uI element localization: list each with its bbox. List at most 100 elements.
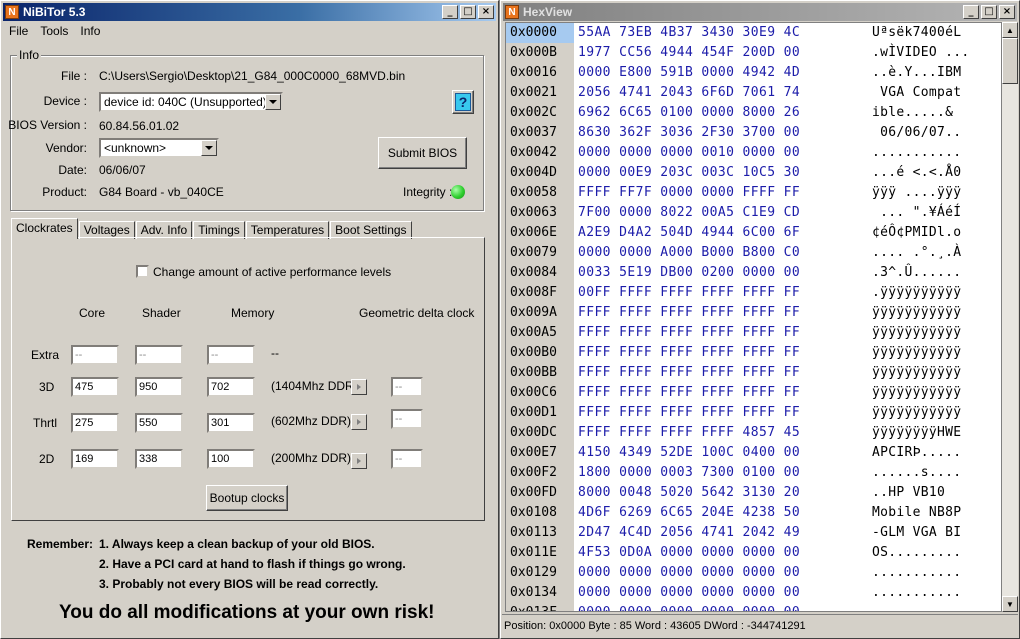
hex-ascii[interactable]: .3^.Û...... xyxy=(872,263,961,283)
hex-ascii[interactable]: ... ".¥ÁéÍ xyxy=(872,203,961,223)
hex-bytes[interactable]: 8630 362F 3036 2F30 3700 00 xyxy=(578,123,800,143)
hex-bytes[interactable]: FFFF FFFF FFFF FFFF FFFF FF xyxy=(578,363,800,383)
hex-row[interactable]: 0x0058 FFFF FF7F 0000 0000 FFFF FF ÿÿÿ ...… xyxy=(506,183,1001,203)
scroll-up-icon[interactable]: ▲ xyxy=(1002,22,1018,38)
hex-ascii[interactable]: ........... xyxy=(872,143,961,163)
hex-row[interactable]: 0x009A FFFF FFFF FFFF FFFF FFFF FF ÿÿÿÿÿÿÿ… xyxy=(506,303,1001,323)
hex-ascii[interactable]: OS......... xyxy=(872,543,961,563)
hex-row[interactable]: 0x0016 0000 E800 591B 0000 4942 4D ..è.Y..… xyxy=(506,63,1001,83)
hex-ascii[interactable]: ...é <.<.Å0 xyxy=(872,163,961,183)
hex-ascii[interactable]: APCIRÞ..... xyxy=(872,443,961,463)
hex-row[interactable]: 0x0063 7F00 0000 8022 00A5 C1E9 CD ... ".… xyxy=(506,203,1001,223)
maximize-icon[interactable]: □ xyxy=(981,5,997,19)
3d-shader-input[interactable]: 950 xyxy=(135,377,183,397)
hex-ascii[interactable]: ÿÿÿÿÿÿÿÿÿÿÿ xyxy=(872,323,961,343)
2d-arrow-button[interactable] xyxy=(351,453,367,469)
hex-ascii[interactable]: ........... xyxy=(872,563,961,583)
chevron-down-icon[interactable] xyxy=(265,94,281,110)
hex-row[interactable]: 0x00D1 FFFF FFFF FFFF FFFF FFFF FF ÿÿÿÿÿÿÿ… xyxy=(506,403,1001,423)
hex-ascii[interactable]: .ÿÿÿÿÿÿÿÿÿÿ xyxy=(872,283,961,303)
hex-row[interactable]: 0x00B0 FFFF FFFF FFFF FFFF FFFF FF ÿÿÿÿÿÿÿ… xyxy=(506,343,1001,363)
hex-ascii[interactable]: ÿÿÿÿÿÿÿÿÿÿÿ xyxy=(872,363,961,383)
hex-ascii[interactable]: ÿÿÿÿÿÿÿÿÿÿÿ xyxy=(872,383,961,403)
minimize-icon[interactable]: _ xyxy=(442,5,458,19)
hex-ascii[interactable]: ..HP VB10 xyxy=(872,483,953,503)
hex-row[interactable]: 0x0000 55AA 73EB 4B37 3430 30E9 4C Uªsëk74… xyxy=(506,23,1001,43)
hex-ascii[interactable]: ÿÿÿ ....ÿÿÿ xyxy=(872,183,961,203)
hex-bytes[interactable]: 4150 4349 52DE 100C 0400 00 xyxy=(578,443,800,463)
hex-bytes[interactable]: 00FF FFFF FFFF FFFF FFFF FF xyxy=(578,283,800,303)
nibitor-titlebar[interactable]: N NiBiTor 5.3 _ □ × xyxy=(3,3,496,21)
hex-ascii[interactable]: ible.....& xyxy=(872,103,953,123)
hex-bytes[interactable]: 8000 0048 5020 5642 3130 20 xyxy=(578,483,800,503)
hex-bytes[interactable]: 0000 0000 0000 0010 0000 00 xyxy=(578,143,800,163)
hex-bytes[interactable]: 0000 0000 0000 0000 0000 00 xyxy=(578,603,800,611)
tab-clockrates[interactable]: Clockrates xyxy=(11,218,78,239)
hex-bytes[interactable]: 7F00 0000 8022 00A5 C1E9 CD xyxy=(578,203,800,223)
3d-arrow-button[interactable] xyxy=(351,379,367,395)
hex-row[interactable]: 0x0113 2D47 4C4D 2056 4741 2042 49 -GLM VG… xyxy=(506,523,1001,543)
device-dropdown[interactable]: device id: 040C (Unsupported) xyxy=(99,92,283,112)
menu-file[interactable]: File xyxy=(3,24,34,38)
hex-ascii[interactable]: .wÌVIDEO ... xyxy=(872,43,970,63)
hex-ascii[interactable]: Mobile NB8P xyxy=(872,503,961,523)
2d-shader-input[interactable]: 338 xyxy=(135,449,183,469)
hex-row[interactable]: 0x00FD 8000 0048 5020 5642 3130 20 ..HP VB… xyxy=(506,483,1001,503)
thrtl-arrow-button[interactable] xyxy=(351,414,367,430)
scroll-thumb[interactable] xyxy=(1002,38,1018,84)
hex-ascii[interactable]: ÿÿÿÿÿÿÿÿÿÿÿ xyxy=(872,303,961,323)
hex-ascii[interactable]: -GLM VGA BI xyxy=(872,523,961,543)
hex-bytes[interactable]: 0000 0000 A000 B000 B800 C0 xyxy=(578,243,800,263)
hex-ascii[interactable]: .... .°.¸.À xyxy=(872,243,961,263)
hex-ascii[interactable]: ¢éÔ¢PMIDl.o xyxy=(872,223,961,243)
close-icon[interactable]: × xyxy=(478,5,494,19)
help-button[interactable]: ? xyxy=(452,90,474,114)
hex-row[interactable]: 0x00DC FFFF FFFF FFFF FFFF 4857 45 ÿÿÿÿÿÿÿ… xyxy=(506,423,1001,443)
hex-bytes[interactable]: 2056 4741 2043 6F6D 7061 74 xyxy=(578,83,800,103)
hex-bytes[interactable]: FFFF FFFF FFFF FFFF FFFF FF xyxy=(578,403,800,423)
hex-row[interactable]: 0x0134 0000 0000 0000 0000 0000 00.......… xyxy=(506,583,1001,603)
hex-ascii[interactable]: ........... xyxy=(872,583,961,603)
extra-core-input[interactable]: -- xyxy=(71,345,119,365)
hex-bytes[interactable]: 1977 CC56 4944 454F 200D 00 xyxy=(578,43,800,63)
hex-row[interactable]: 0x006E A2E9 D4A2 504D 4944 6C00 6F ¢éÔ¢PMI… xyxy=(506,223,1001,243)
hex-bytes[interactable]: 6962 6C65 0100 0000 8000 26 xyxy=(578,103,800,123)
hex-row[interactable]: 0x00BB FFFF FFFF FFFF FFFF FFFF FF ÿÿÿÿÿÿÿ… xyxy=(506,363,1001,383)
hex-ascii[interactable]: ÿÿÿÿÿÿÿÿHWE xyxy=(872,423,961,443)
2d-memory-input[interactable]: 100 xyxy=(207,449,255,469)
hex-bytes[interactable]: FFFF FFFF FFFF FFFF FFFF FF xyxy=(578,383,800,403)
hex-grid[interactable]: 0x0000 55AA 73EB 4B37 3430 30E9 4C Uªsëk74… xyxy=(505,22,1002,612)
hex-row[interactable]: 0x000B 1977 CC56 4944 454F 200D 00 .wÌVIDE… xyxy=(506,43,1001,63)
hex-row[interactable]: 0x008F 00FF FFFF FFFF FFFF FFFF FF .ÿÿÿÿÿÿ… xyxy=(506,283,1001,303)
hex-ascii[interactable]: ÿÿÿÿÿÿÿÿÿÿÿ xyxy=(872,403,961,423)
hex-row[interactable]: 0x00C6 FFFF FFFF FFFF FFFF FFFF FF ÿÿÿÿÿÿÿ… xyxy=(506,383,1001,403)
perf-levels-checkbox[interactable] xyxy=(136,265,149,278)
menu-tools[interactable]: Tools xyxy=(34,24,74,38)
hex-ascii[interactable]: ........... xyxy=(872,603,961,611)
hex-bytes[interactable]: A2E9 D4A2 504D 4944 6C00 6F xyxy=(578,223,800,243)
hex-row[interactable]: 0x0037 8630 362F 3036 2F30 3700 00 06/06/… xyxy=(506,123,1001,143)
3d-memory-input[interactable]: 702 xyxy=(207,377,255,397)
hex-ascii[interactable]: VGA Compat xyxy=(872,83,961,103)
vendor-dropdown[interactable]: <unknown> xyxy=(99,138,219,158)
hex-row[interactable]: 0x0021 2056 4741 2043 6F6D 7061 74 VGA Co… xyxy=(506,83,1001,103)
hex-ascii[interactable]: Uªsëk7400éL xyxy=(872,23,961,43)
hex-bytes[interactable]: 0000 0000 0000 0000 0000 00 xyxy=(578,563,800,583)
thrtl-memory-input[interactable]: 301 xyxy=(207,413,255,433)
hex-bytes[interactable]: FFFF FF7F 0000 0000 FFFF FF xyxy=(578,183,800,203)
hex-row[interactable]: 0x0129 0000 0000 0000 0000 0000 00.......… xyxy=(506,563,1001,583)
hex-bytes[interactable]: FFFF FFFF FFFF FFFF 4857 45 xyxy=(578,423,800,443)
hex-ascii[interactable]: ..è.Y...IBM xyxy=(872,63,961,83)
extra-shader-input[interactable]: -- xyxy=(135,345,183,365)
hex-row[interactable]: 0x004D 0000 00E9 203C 003C 10C5 30 ...é <.… xyxy=(506,163,1001,183)
hex-row[interactable]: 0x0084 0033 5E19 DB00 0200 0000 00 .3^.Û..… xyxy=(506,263,1001,283)
3d-geo-input[interactable]: -- xyxy=(391,377,423,397)
hex-bytes[interactable]: FFFF FFFF FFFF FFFF FFFF FF xyxy=(578,343,800,363)
hex-row[interactable]: 0x0108 4D6F 6269 6C65 204E 4238 50 Mobile … xyxy=(506,503,1001,523)
hex-bytes[interactable]: 55AA 73EB 4B37 3430 30E9 4C xyxy=(578,23,800,43)
maximize-icon[interactable]: □ xyxy=(460,5,476,19)
hex-ascii[interactable]: ÿÿÿÿÿÿÿÿÿÿÿ xyxy=(872,343,961,363)
hex-bytes[interactable]: 0000 00E9 203C 003C 10C5 30 xyxy=(578,163,800,183)
scroll-down-icon[interactable]: ▼ xyxy=(1002,596,1018,612)
thrtl-geo-input[interactable]: -- xyxy=(391,409,423,429)
